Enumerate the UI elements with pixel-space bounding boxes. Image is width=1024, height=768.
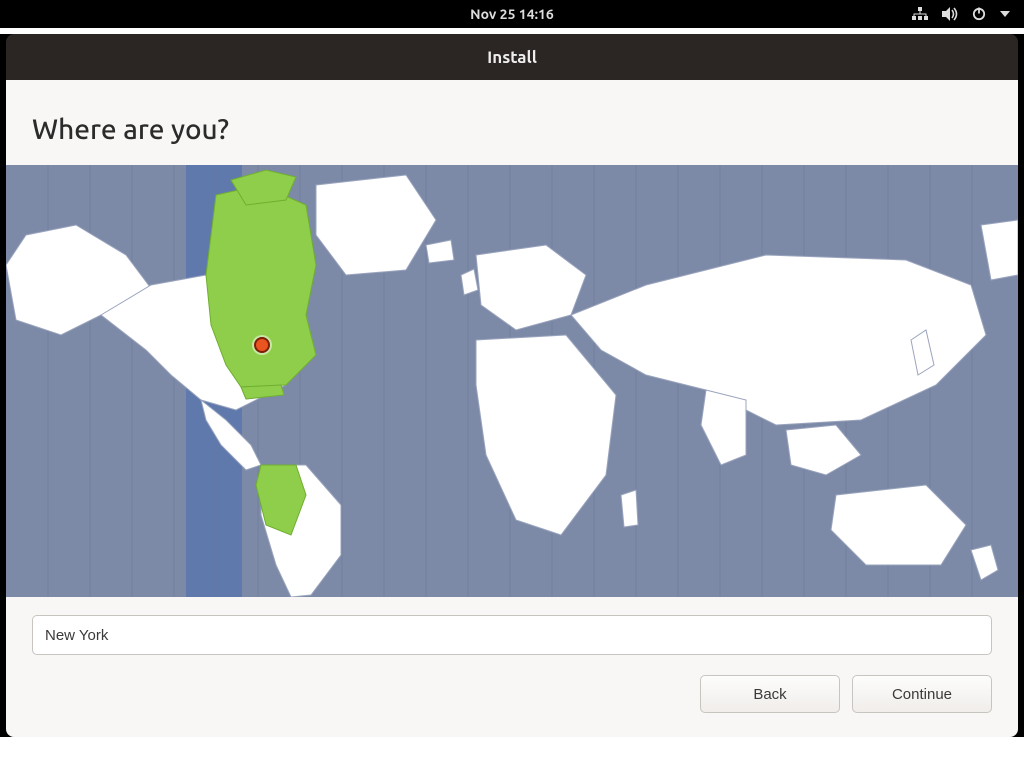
system-status-area[interactable] [912, 0, 1010, 28]
volume-icon[interactable] [942, 7, 958, 21]
continue-button[interactable]: Continue [852, 675, 992, 713]
gnome-topbar: Nov 25 14:16 [0, 0, 1024, 28]
clock: Nov 25 14:16 [470, 6, 554, 22]
window-title: Install [487, 48, 537, 67]
chevron-down-icon[interactable] [1000, 11, 1010, 17]
window-titlebar: Install [6, 34, 1018, 80]
location-pin [254, 337, 270, 353]
page-heading: Where are you? [6, 104, 1018, 165]
network-icon[interactable] [912, 7, 928, 21]
world-map-svg [6, 165, 1018, 597]
power-icon[interactable] [972, 7, 986, 21]
location-input[interactable] [32, 615, 992, 655]
timezone-map[interactable] [6, 165, 1018, 597]
installer-page: Where are you? [6, 80, 1018, 737]
back-button[interactable]: Back [700, 675, 840, 713]
